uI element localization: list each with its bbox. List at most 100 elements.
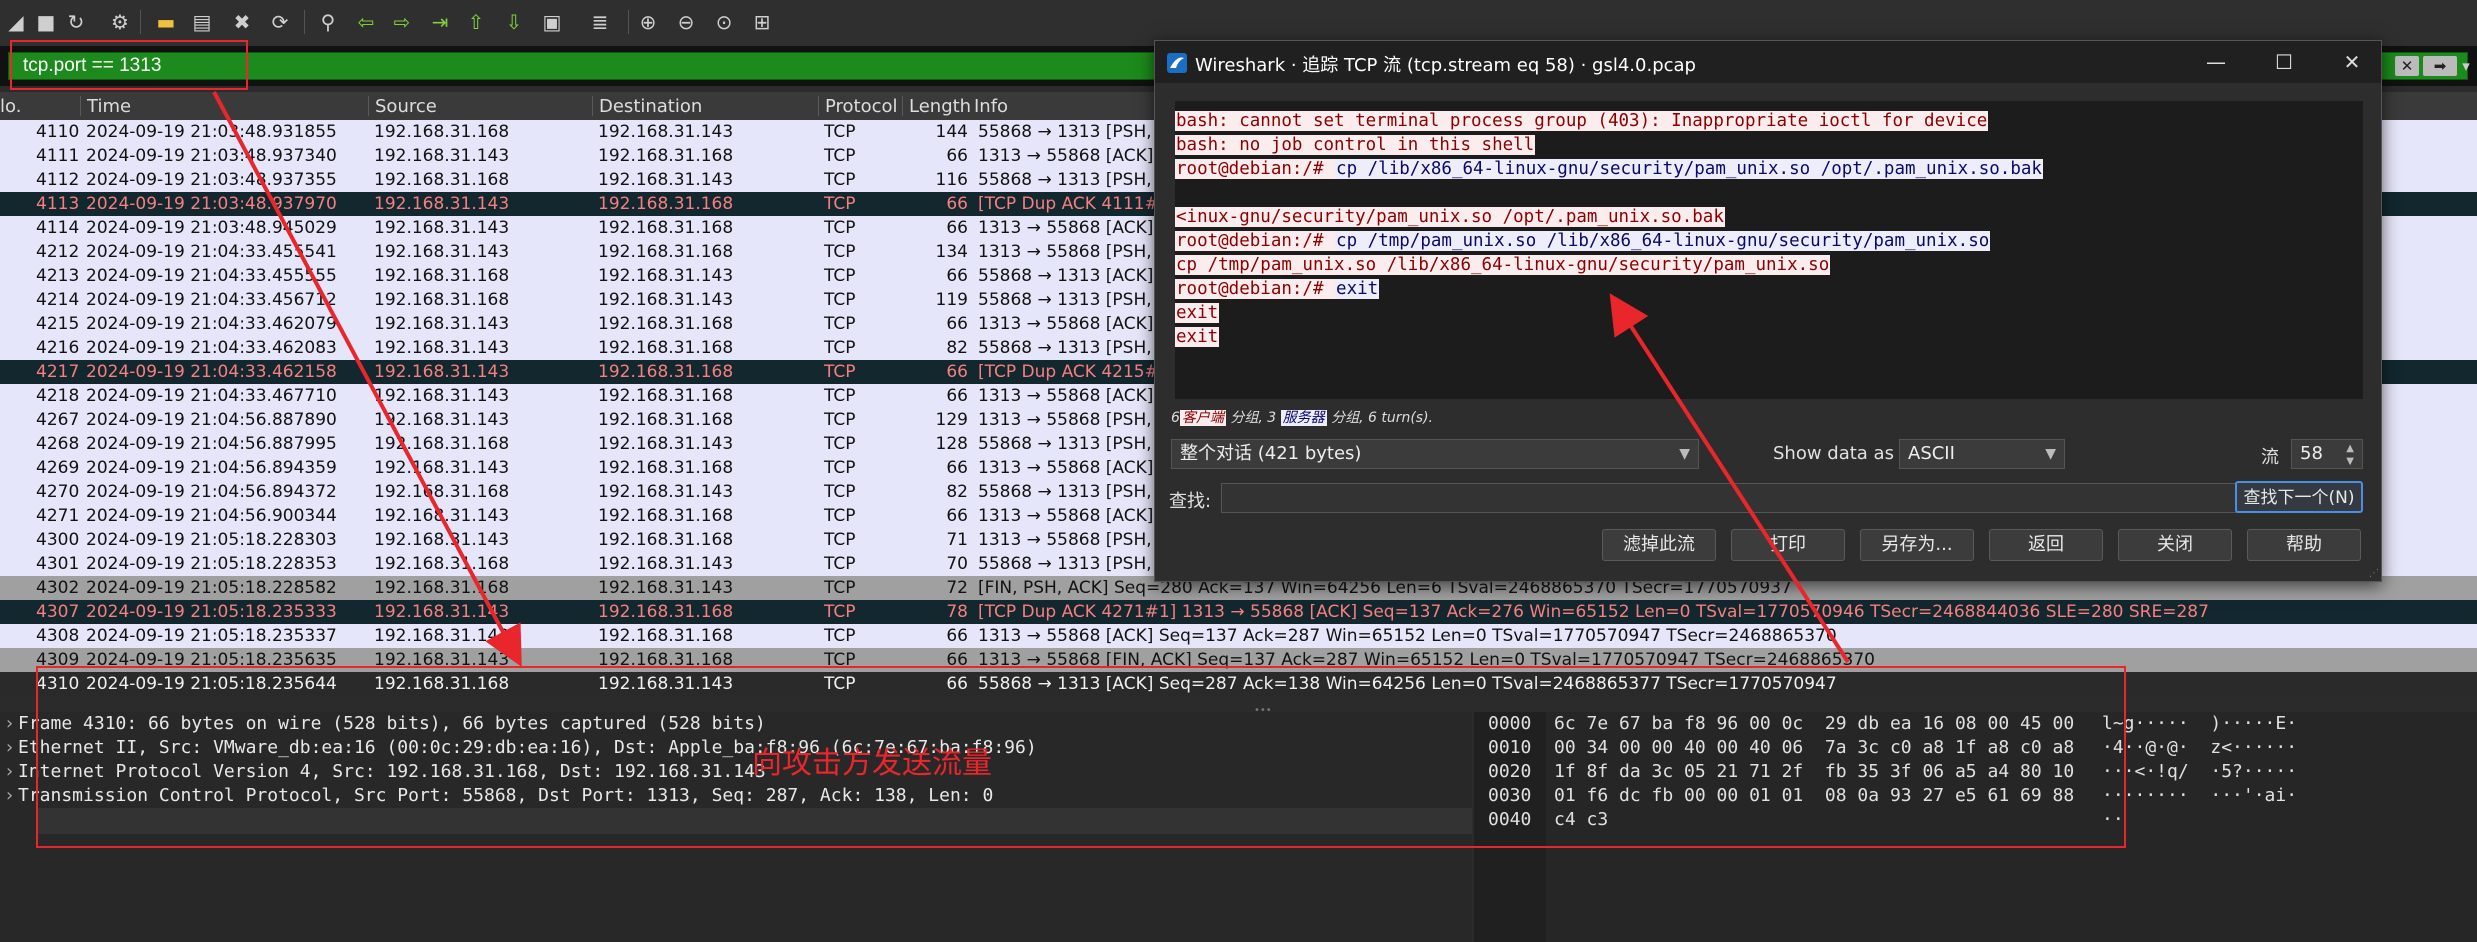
shark-fin-icon[interactable]: ◢ bbox=[2, 8, 30, 36]
filter-dropdown-icon[interactable]: ▾ bbox=[2461, 56, 2471, 76]
stream-number-spinbox[interactable]: 58 ▲ ▼ bbox=[2291, 439, 2363, 469]
column-header-no[interactable]: lo. bbox=[0, 96, 21, 117]
cell-time: 2024-09-19 21:04:56.887995 bbox=[86, 434, 337, 454]
zoom-normal-icon[interactable]: ⊙ bbox=[710, 8, 738, 36]
go-back-icon[interactable]: ⇦ bbox=[352, 8, 380, 36]
colorize-icon[interactable]: ≣ bbox=[586, 8, 614, 36]
zoom-in-icon[interactable]: ⊕ bbox=[634, 8, 662, 36]
find-input[interactable] bbox=[1221, 483, 2289, 513]
cell-source: 192.168.31.168 bbox=[374, 170, 510, 190]
dialog-title: Wireshark · 追踪 TCP 流 (tcp.stream eq 58) … bbox=[1195, 55, 1696, 76]
save-as-button[interactable]: 另存为... bbox=[1860, 529, 1974, 561]
apply-filter-icon[interactable]: ➡ bbox=[2423, 56, 2457, 76]
column-header-protocol[interactable]: Protocol bbox=[818, 96, 898, 117]
conversation-select[interactable]: 整个对话 (421 bytes) ▼ bbox=[1171, 439, 1699, 469]
client-text: root@debian:/# bbox=[1175, 231, 1336, 251]
cell-destination: 192.168.31.168 bbox=[598, 458, 734, 478]
maximize-icon[interactable]: ☐ bbox=[2269, 49, 2299, 75]
go-first-icon[interactable]: ⇧ bbox=[462, 8, 490, 36]
stream-line: exit bbox=[1175, 325, 2363, 349]
bytes-ascii-row[interactable]: ·4··@·@· z<······ bbox=[2102, 736, 2297, 760]
packet-row[interactable]: 4308 2024-09-19 21:05:18.235337 192.168.31… bbox=[0, 624, 2477, 648]
restart-icon[interactable]: ↻ bbox=[62, 8, 90, 36]
resize-columns-icon[interactable]: ⊞ bbox=[748, 8, 776, 36]
cell-destination: 192.168.31.168 bbox=[598, 530, 734, 550]
column-header-info[interactable]: Info bbox=[968, 96, 1008, 117]
open-folder-icon[interactable]: ▬ bbox=[152, 8, 180, 36]
cell-no: 4301 bbox=[36, 554, 80, 574]
go-forward-icon[interactable]: ⇨ bbox=[388, 8, 416, 36]
cell-no: 4111 bbox=[36, 146, 80, 166]
cell-time: 2024-09-19 21:04:56.887890 bbox=[86, 410, 337, 430]
close-button[interactable]: 关闭 bbox=[2118, 529, 2232, 561]
cell-source: 192.168.31.168 bbox=[374, 578, 510, 598]
close-window-icon[interactable]: ✕ bbox=[2337, 49, 2367, 75]
find-next-button[interactable]: 查找下一个(N) bbox=[2235, 481, 2363, 513]
cell-length: 71 bbox=[946, 530, 968, 550]
filter-out-stream-button[interactable]: 滤掉此流 bbox=[1602, 529, 1716, 561]
find-icon[interactable]: ⚲ bbox=[314, 8, 342, 36]
help-button[interactable]: 帮助 bbox=[2247, 529, 2361, 561]
bytes-ascii-row[interactable]: ········ ···'·ai· bbox=[2102, 784, 2297, 808]
client-text: root@debian:/# bbox=[1175, 159, 1336, 179]
show-data-as-select[interactable]: ASCII ▼ bbox=[1899, 439, 2065, 469]
annotation-label: 向攻击方发送流量 bbox=[752, 746, 992, 781]
stream-number-label: 流 bbox=[2261, 447, 2279, 468]
expand-arrow-icon[interactable]: › bbox=[4, 736, 18, 760]
cell-no: 4215 bbox=[36, 314, 80, 334]
stop-icon[interactable]: ■ bbox=[32, 8, 60, 36]
server-text: cp /tmp/pam_unix.so /lib/x86_64-linux-gn… bbox=[1335, 231, 1991, 251]
save-file-icon[interactable]: ▤ bbox=[188, 8, 216, 36]
cell-time: 2024-09-19 21:03:48.937340 bbox=[86, 146, 337, 166]
dialog-titlebar[interactable]: Wireshark · 追踪 TCP 流 (tcp.stream eq 58) … bbox=[1155, 41, 2381, 83]
cell-length: 82 bbox=[946, 482, 968, 502]
back-button[interactable]: 返回 bbox=[1989, 529, 2103, 561]
cell-protocol: TCP bbox=[824, 530, 856, 550]
cell-destination: 192.168.31.168 bbox=[598, 194, 734, 214]
options-gear-icon[interactable]: ⚙ bbox=[106, 8, 134, 36]
cell-time: 2024-09-19 21:04:33.455541 bbox=[86, 242, 337, 262]
spin-arrows-icon[interactable]: ▲ ▼ bbox=[2346, 442, 2354, 468]
show-data-label: Show data as bbox=[1773, 443, 1894, 464]
reload-icon[interactable]: ⟳ bbox=[266, 8, 294, 36]
cell-protocol: TCP bbox=[824, 218, 856, 238]
cell-source: 192.168.31.168 bbox=[374, 434, 510, 454]
clear-filter-icon[interactable]: ✕ bbox=[2395, 56, 2419, 76]
cell-destination: 192.168.31.168 bbox=[598, 242, 734, 262]
cell-protocol: TCP bbox=[824, 290, 856, 310]
go-to-packet-icon[interactable]: ⇥ bbox=[426, 8, 454, 36]
expand-arrow-icon[interactable]: › bbox=[4, 712, 18, 736]
autoscroll-icon[interactable]: ▣ bbox=[538, 8, 566, 36]
close-file-icon[interactable]: ✖ bbox=[228, 8, 256, 36]
stream-content-area[interactable]: bash: cannot set terminal process group … bbox=[1175, 101, 2363, 399]
cell-protocol: TCP bbox=[824, 170, 856, 190]
cell-length: 66 bbox=[946, 146, 968, 166]
minimize-icon[interactable]: — bbox=[2201, 49, 2231, 75]
zoom-out-icon[interactable]: ⊖ bbox=[672, 8, 700, 36]
client-text: cp /tmp/pam_unix.so /lib/x86_64-linux-gn… bbox=[1175, 255, 1831, 275]
print-button[interactable]: 打印 bbox=[1731, 529, 1845, 561]
cell-length: 128 bbox=[935, 434, 968, 454]
go-last-icon[interactable]: ⇩ bbox=[500, 8, 528, 36]
cell-source: 192.168.31.143 bbox=[374, 410, 510, 430]
cell-length: 70 bbox=[946, 554, 968, 574]
stream-line: root@debian:/# exit bbox=[1175, 277, 2363, 301]
column-header-source[interactable]: Source bbox=[368, 96, 437, 117]
bytes-ascii-row[interactable]: ···<·!q/ ·5?····· bbox=[2102, 760, 2297, 784]
column-header-time[interactable]: Time bbox=[80, 96, 131, 117]
expand-arrow-icon[interactable]: › bbox=[4, 760, 18, 784]
column-header-destination[interactable]: Destination bbox=[592, 96, 702, 117]
cell-time: 2024-09-19 21:04:33.462158 bbox=[86, 362, 337, 382]
cell-length: 66 bbox=[946, 194, 968, 214]
cell-length: 66 bbox=[946, 626, 968, 646]
cell-no: 4270 bbox=[36, 482, 80, 502]
packet-row[interactable]: 4307 2024-09-19 21:05:18.235333 192.168.31… bbox=[0, 600, 2477, 624]
cell-time: 2024-09-19 21:04:33.462079 bbox=[86, 314, 337, 334]
expand-arrow-icon[interactable]: › bbox=[4, 784, 18, 808]
cell-source: 192.168.31.168 bbox=[374, 122, 510, 142]
stream-line: root@debian:/# cp /tmp/pam_unix.so /lib/… bbox=[1175, 229, 2363, 253]
column-header-length[interactable]: Length bbox=[902, 96, 971, 117]
cell-time: 2024-09-19 21:05:18.228582 bbox=[86, 578, 337, 598]
resize-grip-icon[interactable]: ⋰ bbox=[2369, 568, 2379, 579]
bytes-ascii-row[interactable]: l~g····· )·····E· bbox=[2102, 712, 2297, 736]
